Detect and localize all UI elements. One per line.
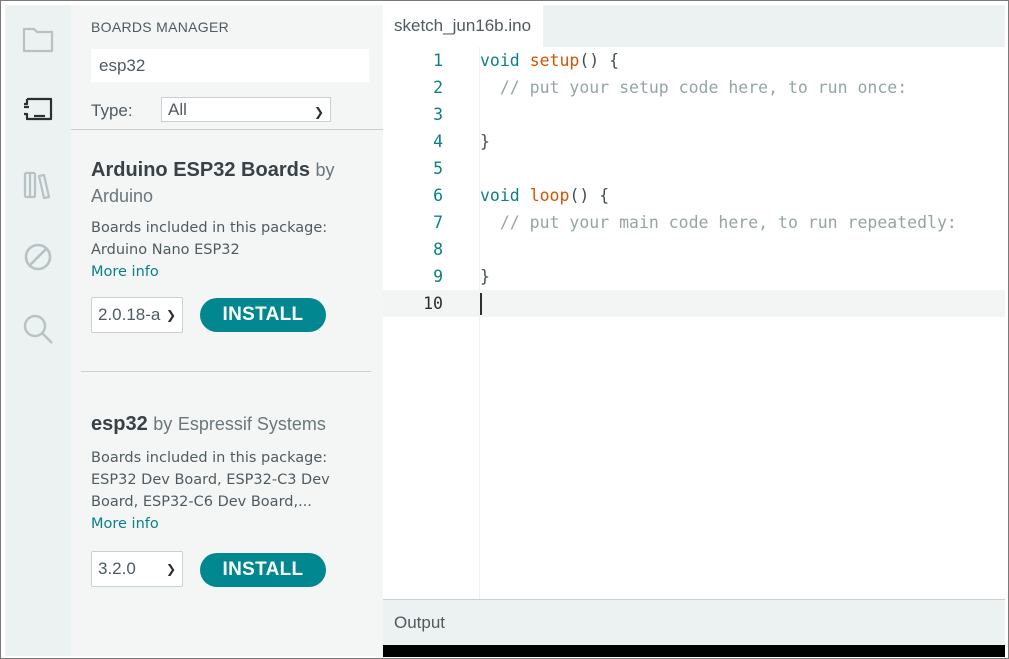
code-text: // put your setup code here, to run once… — [480, 74, 907, 101]
boards-manager-icon[interactable] — [20, 92, 56, 128]
panel-title: BOARDS MANAGER — [91, 19, 229, 35]
code-token: // put your setup code here, to run once… — [480, 78, 908, 97]
line-number: 3 — [433, 105, 443, 124]
description-line: Board, ESP32-C6 Dev Board,... — [91, 494, 312, 510]
code-line[interactable]: 10 — [383, 290, 1005, 317]
version-value: 3.2.0 — [98, 559, 136, 578]
package-name: Arduino ESP32 Boards — [91, 159, 310, 181]
code-line[interactable]: 9} — [383, 263, 1005, 290]
output-panel-header[interactable]: Output — [383, 599, 1005, 645]
code-line[interactable]: 6 void loop() { — [383, 182, 1005, 209]
package-name: esp32 — [91, 413, 148, 435]
package-by: by — [153, 414, 173, 434]
package-card: esp32 by Espressif Systems Boards includ… — [91, 411, 371, 535]
boards-manager-panel: BOARDS MANAGER Type: All ❯ Arduino ESP32… — [71, 5, 383, 656]
code-token: void — [480, 51, 520, 70]
description-line: Arduino Nano ESP32 — [91, 242, 240, 258]
code-line[interactable]: 4} — [383, 128, 1005, 155]
text-cursor — [480, 293, 482, 315]
line-number: 2 — [433, 78, 443, 97]
line-number: 9 — [433, 267, 443, 286]
type-select[interactable]: All ❯ — [161, 97, 331, 122]
package-author: Arduino — [91, 186, 154, 206]
install-button[interactable]: INSTALL — [200, 298, 326, 332]
code-token: } — [480, 132, 490, 151]
library-manager-icon[interactable] — [20, 167, 56, 203]
more-info-link[interactable]: More info — [91, 513, 159, 535]
package-card: Arduino ESP32 Boards by Arduino Boards i… — [91, 157, 371, 283]
output-console[interactable] — [383, 645, 1005, 657]
package-description: Boards included in this package: Arduino… — [91, 217, 371, 261]
code-line[interactable]: 2 // put your setup code here, to run on… — [383, 74, 1005, 101]
line-number: 5 — [433, 159, 443, 178]
line-number: 7 — [433, 213, 443, 232]
code-line[interactable]: 8 — [383, 236, 1005, 263]
package-by: by — [315, 160, 335, 180]
type-label: Type: — [91, 101, 133, 120]
code-token: // put your main code here, to run repea… — [480, 213, 957, 232]
description-line: Boards included in this package: — [91, 450, 328, 466]
version-value: 2.0.18-a — [98, 305, 161, 324]
chevron-down-icon: ❯ — [313, 105, 324, 119]
code-token: setup — [529, 51, 580, 70]
package-author: Espressif Systems — [177, 414, 326, 434]
line-number: 6 — [433, 186, 443, 205]
code-token: () { — [579, 51, 620, 70]
package-title: esp32 by Espressif Systems — [91, 411, 371, 437]
search-input[interactable] — [91, 49, 369, 82]
line-number: 8 — [433, 240, 443, 259]
chevron-down-icon: ❯ — [165, 562, 176, 576]
line-number: 1 — [433, 51, 443, 70]
code-text: void loop() { — [480, 182, 609, 209]
code-line[interactable]: 1 void setup() { — [383, 47, 1005, 74]
output-label: Output — [394, 613, 446, 632]
package-title: Arduino ESP32 Boards by Arduino — [91, 157, 371, 209]
folder-icon[interactable] — [20, 21, 56, 57]
code-text: } — [480, 128, 490, 155]
code-text: // put your main code here, to run repea… — [480, 209, 957, 236]
more-info-link[interactable]: More info — [91, 261, 159, 283]
code-token: } — [480, 267, 490, 286]
package-description: Boards included in this package: ESP32 D… — [91, 447, 371, 513]
code-text: void setup() { — [480, 47, 619, 74]
install-button[interactable]: INSTALL — [200, 553, 326, 587]
ide-window: BOARDS MANAGER Type: All ❯ Arduino ESP32… — [0, 0, 1009, 659]
version-select[interactable]: 3.2.0 ❯ — [91, 551, 183, 587]
code-text: } — [480, 263, 490, 290]
editor-tab-bar: sketch_jun16b.ino — [383, 5, 1005, 47]
code-token: void — [480, 186, 520, 205]
code-token: loop — [529, 186, 570, 205]
divider — [71, 129, 383, 130]
activity-bar — [5, 5, 71, 656]
search-icon[interactable] — [20, 311, 56, 347]
chevron-down-icon: ❯ — [163, 298, 176, 332]
code-editor[interactable]: 1 void setup() {2 // put your setup code … — [383, 47, 1005, 599]
tab-sketch[interactable]: sketch_jun16b.ino — [383, 5, 543, 47]
description-line: ESP32 Dev Board, ESP32-C3 Dev — [91, 472, 330, 488]
code-line[interactable]: 5 — [383, 155, 1005, 182]
version-select[interactable]: 2.0.18-a ❯ — [91, 297, 183, 333]
type-select-value: All — [168, 100, 187, 119]
code-token: () { — [569, 186, 610, 205]
code-line[interactable]: 3 — [383, 101, 1005, 128]
description-line: Boards included in this package: — [91, 220, 328, 236]
debug-icon[interactable] — [20, 239, 56, 275]
code-line[interactable]: 7 // put your main code here, to run rep… — [383, 209, 1005, 236]
divider — [81, 371, 371, 372]
line-number: 10 — [423, 294, 443, 313]
line-number: 4 — [433, 132, 443, 151]
